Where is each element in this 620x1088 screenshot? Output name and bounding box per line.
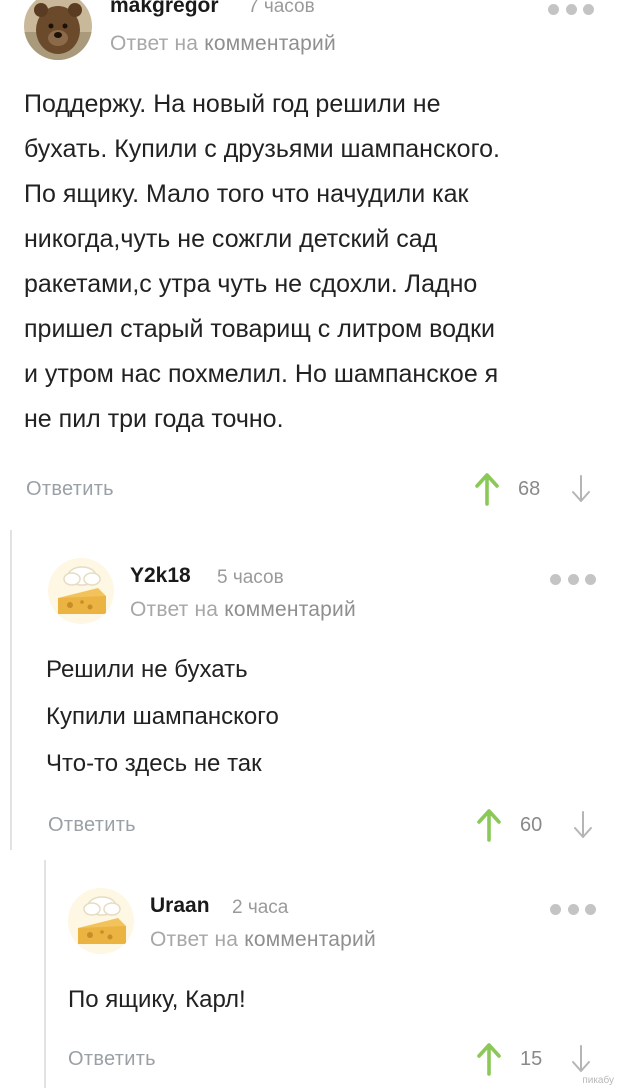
downvote-arrow-icon[interactable] (570, 474, 592, 504)
upvote-arrow-icon[interactable] (476, 808, 502, 842)
watermark: пикабу (582, 1075, 614, 1086)
reply-to-prefix: Ответ на (130, 598, 219, 621)
downvote-arrow-icon[interactable] (572, 810, 594, 840)
username[interactable]: Uraan (150, 894, 210, 918)
more-options-icon[interactable] (550, 572, 596, 586)
more-options-icon[interactable] (550, 902, 596, 916)
reply-to-line: Ответ на комментарий (130, 598, 356, 622)
reply-button[interactable]: Ответить (68, 1048, 156, 1071)
comment-time: 5 часов (217, 567, 284, 588)
comment-line: Решили не бухать (46, 656, 248, 683)
comment-line: Что-то здесь не так (46, 750, 262, 777)
chef-cheese-avatar[interactable] (68, 888, 134, 954)
chef-cheese-avatar[interactable] (48, 558, 114, 624)
comment-body: Поддержу. На новый год решили не бухать.… (24, 82, 500, 442)
reply-to-prefix: Ответ на (110, 32, 199, 55)
comment-line: бухать. Купили с друзьями шампанского. (24, 135, 500, 163)
rating-score: 68 (518, 478, 541, 500)
username[interactable]: Y2k18 (130, 564, 191, 588)
upvote-arrow-icon[interactable] (476, 1042, 502, 1076)
username[interactable]: makgregor (110, 0, 219, 18)
comment-line: никогда,чуть не сожгли детский сад (24, 225, 438, 253)
comment-line: Купили шампанского (46, 703, 279, 730)
reply-button[interactable]: Ответить (48, 814, 136, 837)
comment-time: 2 часа (232, 897, 289, 918)
comment-time: 7 часов (248, 0, 315, 17)
rating-score: 60 (520, 814, 543, 836)
bear-avatar[interactable] (24, 0, 92, 60)
reply-to-link[interactable]: комментарий (244, 928, 376, 951)
comment-line: ракетами,с утра чуть не сдохли. Ладно (24, 270, 478, 298)
comment-uraan: Uraan 2 часа Ответ на комментарий По ящи… (44, 860, 620, 1088)
comment-makgregor: makgregor 7 часов Ответ на комментарий П… (0, 0, 620, 520)
reply-to-line: Ответ на комментарий (150, 928, 376, 952)
comment-line: не пил три года точно. (24, 405, 284, 433)
upvote-arrow-icon[interactable] (474, 472, 500, 506)
downvote-arrow-icon[interactable] (570, 1044, 592, 1074)
reply-to-link[interactable]: комментарий (204, 32, 336, 55)
reply-to-line: Ответ на комментарий (110, 32, 336, 56)
comment-line: пришел старый товарищ с литром водки (24, 315, 496, 343)
comment-line: Поддержу. На новый год решили не (24, 90, 441, 118)
reply-to-link[interactable]: комментарий (224, 598, 356, 621)
comment-line: По ящику. Мало того что начудили как (24, 180, 469, 208)
comment-body: Решили не бухать Купили шампанского Что-… (46, 646, 279, 787)
reply-to-prefix: Ответ на (150, 928, 239, 951)
comment-y2k18: Y2k18 5 часов Ответ на комментарий Решил… (10, 530, 620, 850)
rating-score: 15 (520, 1048, 543, 1070)
comment-line: По ящику, Карл! (68, 986, 246, 1013)
comment-body: По ящику, Карл! (68, 976, 246, 1024)
reply-button[interactable]: Ответить (26, 478, 114, 501)
comment-line: и утром нас похмелил. Но шампанское я (24, 360, 499, 388)
more-options-icon[interactable] (548, 2, 594, 16)
